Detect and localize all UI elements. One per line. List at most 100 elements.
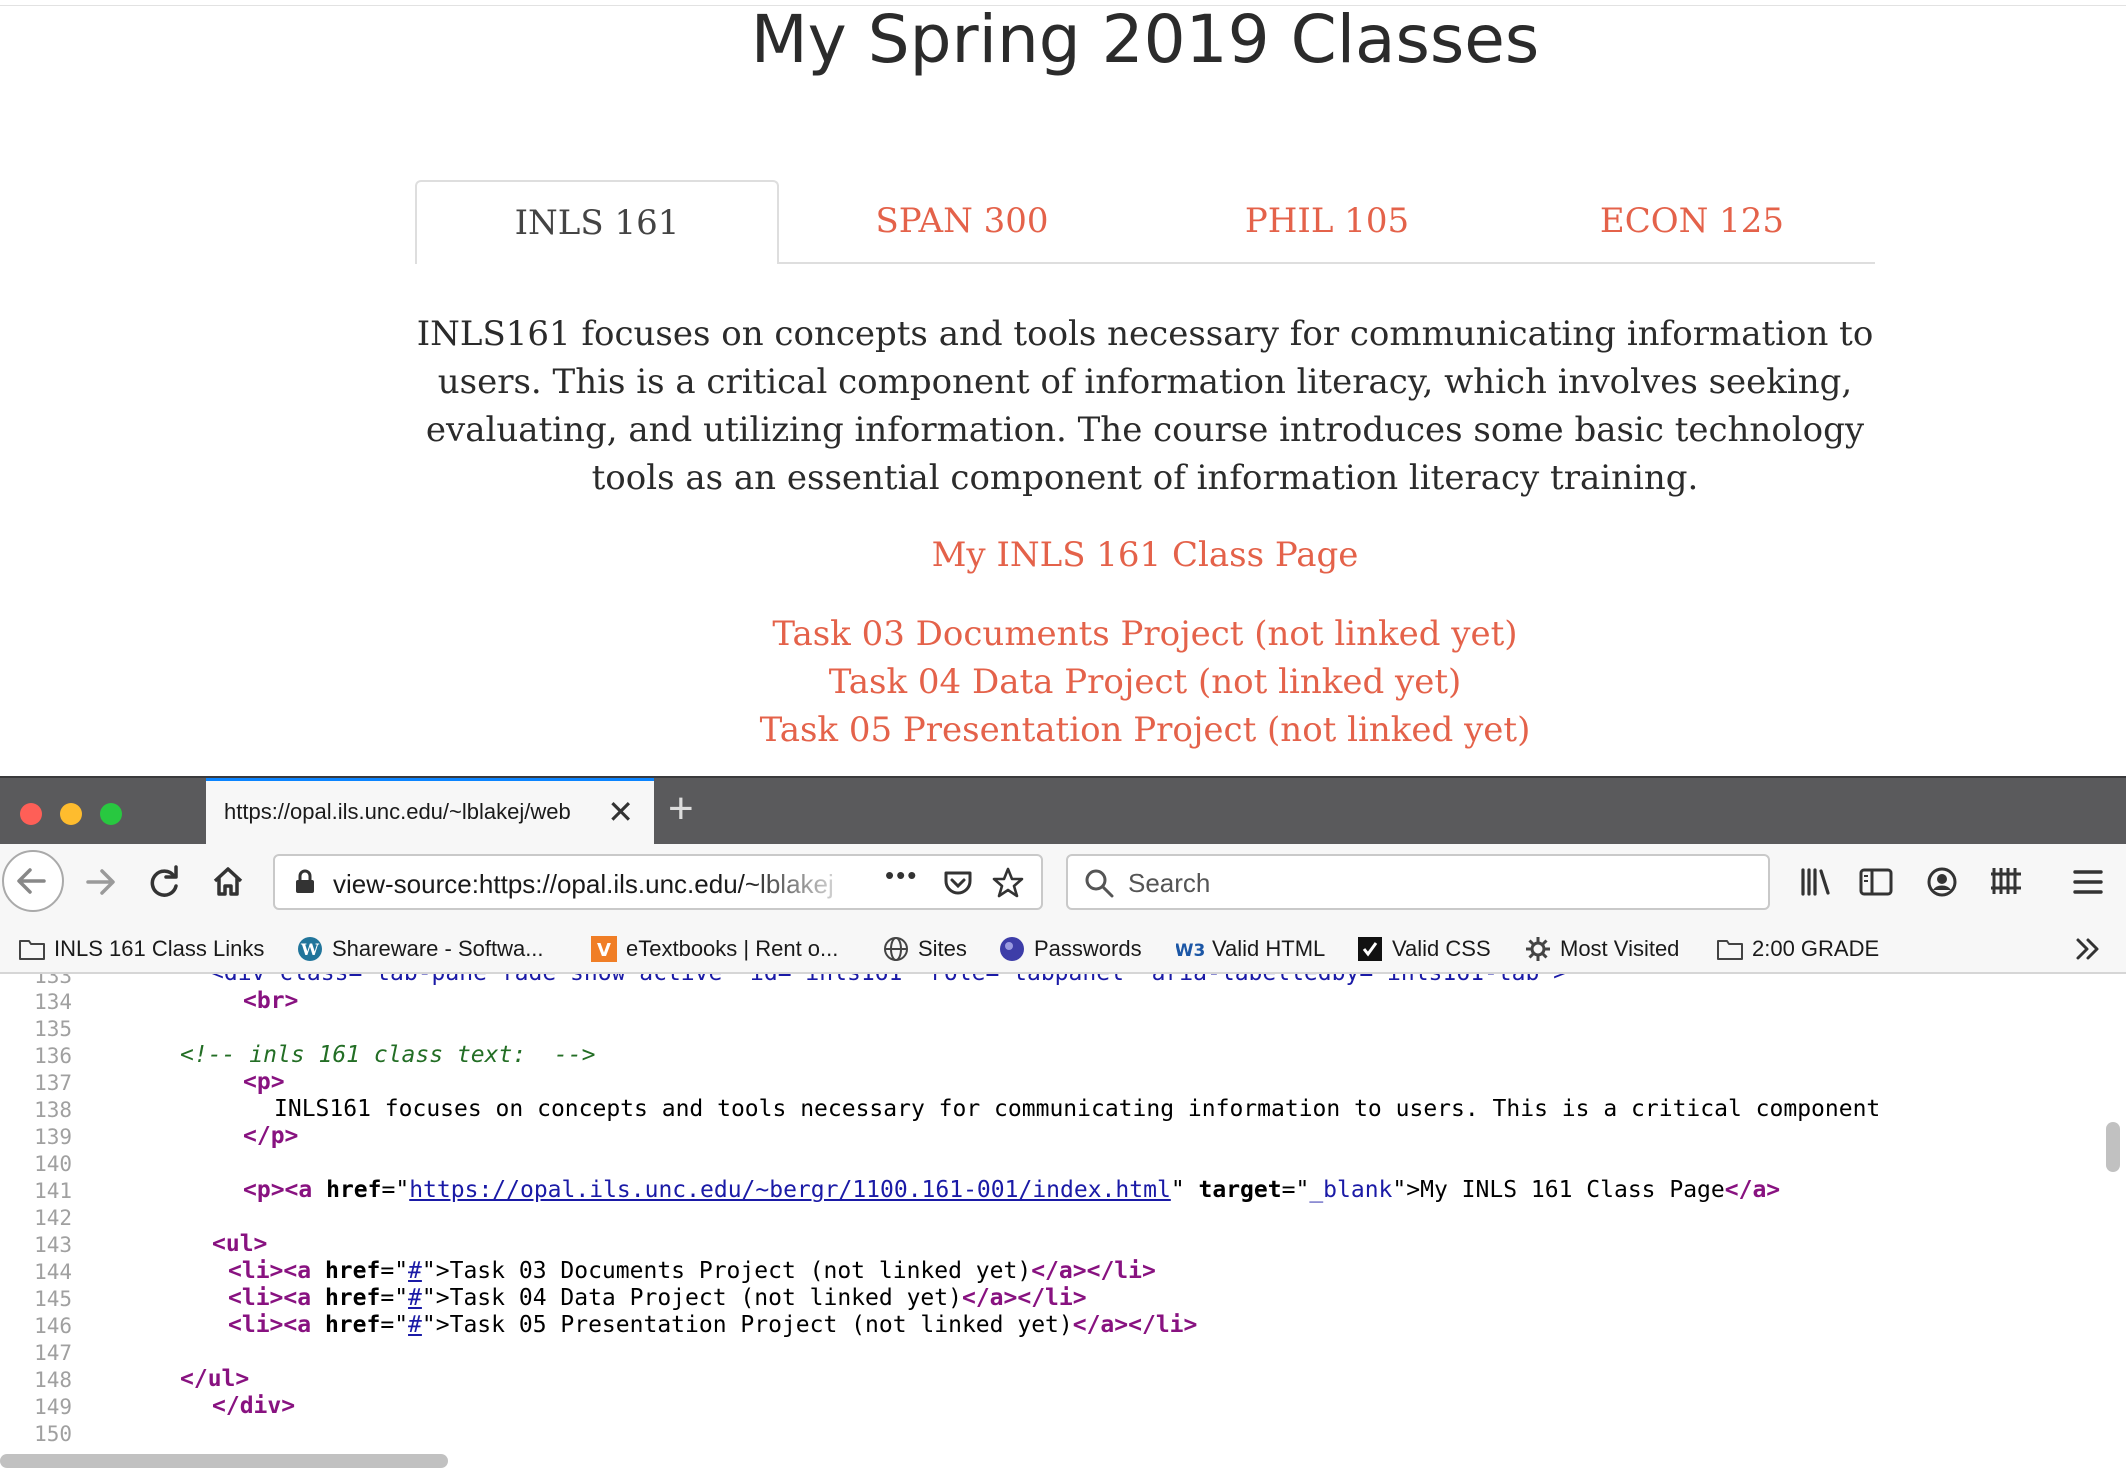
zoom-window-button[interactable]	[100, 803, 122, 825]
line-number: 137	[34, 1071, 72, 1095]
library-icon[interactable]	[1786, 852, 1846, 912]
bookmark-etextbooks[interactable]: V eTextbooks | Rent o...	[590, 934, 838, 964]
vitalsource-icon: V	[591, 936, 617, 962]
bookmark-label: 2:00 GRADE	[1752, 936, 1880, 961]
sidebar-icon[interactable]	[1846, 852, 1906, 912]
source-href-link[interactable]: https://opal.ils.unc.edu/~bergr/1100.161…	[409, 1177, 1171, 1203]
code-line-144: <li><a href="#">Task 03 Documents Projec…	[228, 1258, 1156, 1284]
bookmark-star-icon[interactable]	[991, 866, 1025, 900]
code-text: Task 04 Data Project (not linked yet)	[449, 1285, 962, 1311]
code-line-146: <li><a href="#">Task 05 Presentation Pro…	[228, 1312, 1198, 1338]
source-hash-link[interactable]: #	[408, 1258, 422, 1284]
code-text: My INLS 161 Class Page	[1420, 1177, 1725, 1203]
bookmark-valid-html[interactable]: W3 Valid HTML	[1176, 934, 1325, 964]
close-tab-icon[interactable]: ✕	[607, 793, 634, 831]
address-bar[interactable]: view-source:https://opal.ils.unc.edu/~lb…	[273, 854, 1043, 910]
source-hash-link[interactable]: #	[408, 1312, 422, 1338]
code-text: <div class="tab-pane fade show active" i…	[210, 974, 1567, 986]
home-icon[interactable]	[198, 852, 258, 912]
line-number: 144	[34, 1260, 72, 1284]
line-number: 139	[34, 1125, 72, 1149]
code-line-138: INLS161 focuses on concepts and tools ne…	[274, 1096, 1880, 1122]
svg-text:W: W	[300, 940, 320, 959]
search-bar[interactable]	[1066, 854, 1770, 910]
tab-inls161[interactable]: INLS 161	[415, 180, 779, 264]
line-number: 149	[34, 1395, 72, 1419]
bookmark-shareware[interactable]: W Shareware - Softwa...	[296, 934, 544, 964]
code-line-136: <!-- inls 161 class text: -->	[180, 1042, 595, 1068]
line-number: 140	[34, 1152, 72, 1176]
lock-icon	[296, 869, 314, 893]
bookmarks-toolbar: INLS 161 Class Links W Shareware - Softw…	[0, 924, 2126, 974]
browser-tab-title: https://opal.ils.unc.edu/~lblakej/web	[224, 799, 571, 824]
search-input[interactable]	[1126, 864, 1730, 902]
tab-econ125[interactable]: ECON 125	[1510, 180, 1874, 262]
search-icon	[1085, 869, 1114, 898]
line-number: 141	[34, 1179, 72, 1203]
code-text: Task 03 Documents Project (not linked ye…	[449, 1258, 1032, 1284]
account-icon[interactable]	[1912, 852, 1972, 912]
page-actions-icon[interactable]: •••	[885, 860, 918, 891]
bookmark-grade[interactable]: 2:00 GRADE	[1716, 934, 1879, 964]
class-tabs: INLS 161 SPAN 300 PHIL 105 ECON 125	[415, 180, 1875, 264]
bookmark-label: Passwords	[1034, 936, 1142, 961]
code-comment: <!-- inls 161 class text: -->	[180, 1042, 596, 1068]
back-button[interactable]	[2, 850, 64, 912]
page-title: My Spring 2019 Classes	[750, 1, 1540, 78]
bookmark-sites[interactable]: Sites	[882, 934, 967, 964]
bookmark-label: Sites	[918, 936, 967, 961]
code-line-149: </div>	[212, 1393, 296, 1419]
new-tab-icon[interactable]: +	[668, 784, 694, 834]
svg-text:V: V	[597, 940, 611, 961]
bookmark-label: INLS 161 Class Links	[54, 936, 265, 961]
extensions-icon[interactable]	[1976, 852, 2036, 912]
task-05-link[interactable]: Task 05 Presentation Project (not linked…	[0, 710, 2126, 750]
navigation-toolbar: view-source:https://opal.ils.unc.edu/~lb…	[0, 844, 2126, 924]
line-number: 148	[34, 1368, 72, 1392]
tab-strip: https://opal.ils.unc.edu/~lblakej/web ✕ …	[0, 776, 2126, 846]
code-line-143: <ul>	[212, 1231, 268, 1257]
tab-phil105[interactable]: PHIL 105	[1145, 180, 1509, 262]
hamburger-menu-icon[interactable]	[2058, 852, 2118, 912]
gear-icon	[1526, 937, 1550, 961]
code-line-137: <p>	[243, 1069, 285, 1095]
back-arrow-icon	[17, 868, 46, 894]
reload-icon[interactable]	[134, 852, 194, 912]
code-attr-value: _blank	[1309, 1177, 1393, 1203]
rendered-page: My Spring 2019 Classes INLS 161 SPAN 300…	[0, 0, 2126, 776]
vertical-scrollbar[interactable]	[2106, 1122, 2120, 1172]
class-page-link[interactable]: My INLS 161 Class Page	[0, 535, 2126, 575]
bookmark-inls161-links[interactable]: INLS 161 Class Links	[18, 934, 264, 964]
code-line-145: <li><a href="#">Task 04 Data Project (no…	[228, 1285, 1087, 1311]
forward-arrow-icon[interactable]	[70, 852, 130, 912]
code-line-139: </p>	[243, 1123, 299, 1149]
line-number: 138	[34, 1098, 72, 1122]
line-number: 146	[34, 1314, 72, 1338]
browser-tab-active[interactable]: https://opal.ils.unc.edu/~lblakej/web ✕	[206, 778, 654, 846]
bookmark-label: Shareware - Softwa...	[332, 936, 544, 961]
bookmark-passwords[interactable]: Passwords	[998, 934, 1142, 964]
css-badge-icon	[1358, 937, 1382, 961]
bookmark-valid-css[interactable]: Valid CSS	[1356, 934, 1491, 964]
code-line-134: <br>	[243, 988, 299, 1014]
code-text: INLS161 focuses on concepts and tools ne…	[274, 1096, 1881, 1122]
bookmark-label: Valid HTML	[1212, 936, 1326, 961]
pocket-icon[interactable]	[941, 866, 975, 900]
address-fade	[745, 856, 855, 908]
tab-span300[interactable]: SPAN 300	[780, 180, 1144, 262]
line-number: 133	[34, 974, 72, 988]
line-number: 142	[34, 1206, 72, 1230]
course-description: INLS161 focuses on concepts and tools ne…	[416, 314, 1874, 498]
code-line-141: <p><a href="https://opal.ils.unc.edu/~be…	[243, 1177, 1781, 1203]
horizontal-scrollbar[interactable]	[0, 1454, 448, 1468]
passwords-icon	[1000, 937, 1024, 961]
chevron-right-overflow-icon[interactable]	[2070, 934, 2104, 964]
close-window-button[interactable]	[20, 803, 42, 825]
source-view[interactable]: 133 134 135 136 137 138 139 140 141 142 …	[0, 974, 2126, 1468]
minimize-window-button[interactable]	[60, 803, 82, 825]
bookmark-most-visited[interactable]: Most Visited	[1524, 934, 1679, 964]
task-03-link[interactable]: Task 03 Documents Project (not linked ye…	[0, 614, 2126, 654]
line-number: 147	[34, 1341, 72, 1365]
source-hash-link[interactable]: #	[408, 1285, 422, 1311]
task-04-link[interactable]: Task 04 Data Project (not linked yet)	[0, 662, 2126, 702]
